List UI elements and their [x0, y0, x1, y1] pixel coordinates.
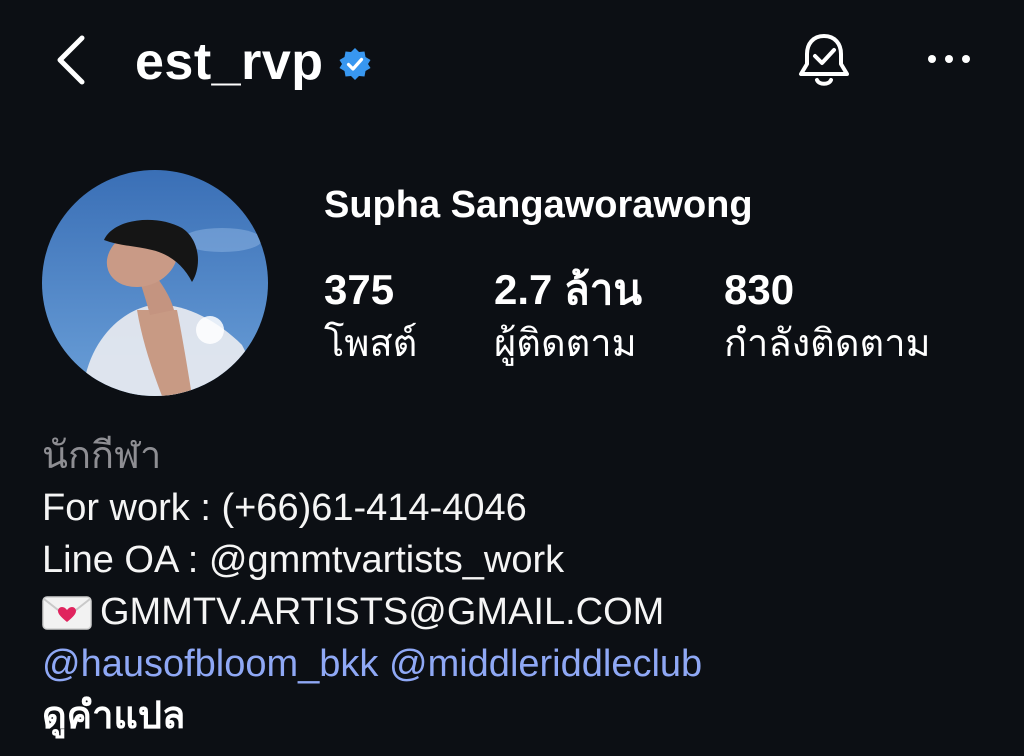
love-letter-icon [42, 596, 92, 630]
stat-followers[interactable]: 2.7 ล้าน ผู้ติดตาม [494, 266, 642, 370]
stat-following[interactable]: 830 กำลังติดตาม [724, 266, 931, 370]
stat-label: กำลังติดตาม [724, 323, 931, 365]
email-text: GMMTV.ARTISTS@GMAIL.COM [100, 591, 665, 633]
more-horizontal-icon[interactable] [925, 52, 973, 66]
stat-label: โพสต์ [324, 323, 418, 365]
profile-screen: est_rvp Supha Sangaworawong 375 โพสต์ 2.… [0, 0, 1024, 756]
bio: นักกีฬา For work : (+66)61-414-4046 Line… [42, 430, 1002, 742]
verified-badge-icon [339, 48, 370, 80]
stat-label: ผู้ติดตาม [494, 323, 637, 365]
stat-value: 830 [724, 266, 795, 313]
username: est_rvp [135, 33, 324, 91]
avatar[interactable] [42, 170, 268, 396]
mention-link[interactable]: @middleriddleclub [389, 643, 702, 685]
full-name: Supha Sangaworawong [324, 184, 753, 226]
chevron-left-icon[interactable] [50, 30, 94, 90]
bell-check-icon[interactable] [795, 30, 853, 88]
username-container: est_rvp [135, 28, 372, 96]
bio-line-work: For work : (+66)61-414-4046 [42, 487, 527, 529]
stat-value: 375 [324, 266, 395, 313]
avatar-photo [42, 170, 268, 396]
stat-value: 2.7 ล้าน [494, 266, 643, 313]
bio-line-line-oa: Line OA : @gmmtvartists_work [42, 539, 565, 581]
mention-link[interactable]: @hausofbloom_bkk [42, 643, 378, 685]
see-translation-link[interactable]: ดูคำแปล [42, 690, 1002, 742]
bio-line-email: GMMTV.ARTISTS@GMAIL.COM [42, 586, 1002, 638]
bio-line-mentions: @hausofbloom_bkk @middleriddleclub [42, 638, 1002, 690]
stat-posts[interactable]: 375 โพสต์ [324, 266, 417, 370]
profile-header: est_rvp [0, 0, 1024, 120]
category-label: นักกีฬา [42, 435, 162, 477]
